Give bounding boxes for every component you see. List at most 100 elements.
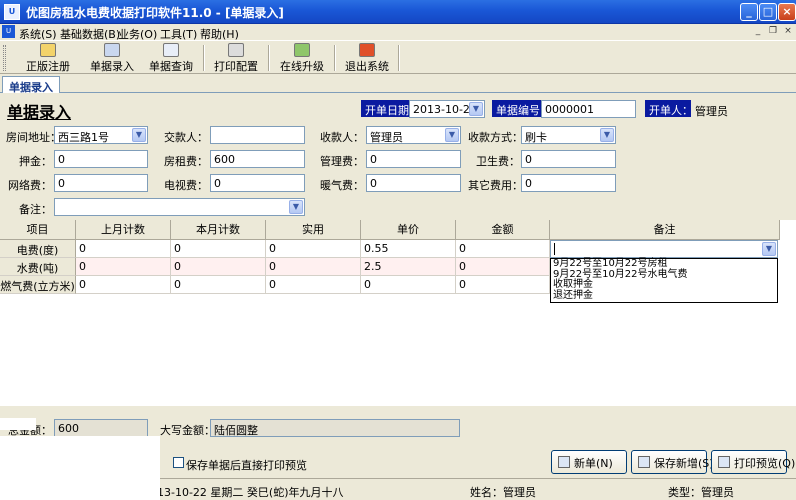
search-document-icon	[163, 43, 179, 57]
address-select[interactable]: 西三路1号 ▼	[54, 126, 148, 144]
address-label: 房间地址：	[6, 131, 61, 144]
close-button[interactable]: ×	[778, 3, 796, 21]
save-and-new-button[interactable]: 保存新增(S)	[631, 450, 714, 474]
management-fee-field[interactable]: 0	[366, 150, 461, 168]
table-cell[interactable]: 0	[171, 240, 266, 258]
grid-header-prev-reading[interactable]: 上月计数	[76, 220, 171, 240]
table-cell[interactable]: 0	[266, 258, 361, 276]
menu-bar: U 系统(S) 基础数据(B) 业务(O) 工具(T) 帮助(H) _ ❐ ×	[0, 24, 796, 41]
tab-receipt-entry[interactable]: 单据录入	[2, 76, 60, 94]
other-fee-label: 其它费用：	[468, 179, 523, 192]
payer-label: 交款人：	[164, 131, 208, 144]
network-fee-label: 网络费：	[8, 179, 52, 192]
table-cell[interactable]: 0	[456, 258, 550, 276]
chevron-down-icon[interactable]: ▼	[289, 200, 303, 214]
upgrade-icon	[294, 43, 310, 57]
occlusion	[0, 436, 160, 500]
list-item[interactable]: 退还押金	[551, 290, 777, 302]
grid-header-curr-reading[interactable]: 本月计数	[171, 220, 266, 240]
tv-fee-label: 电视费：	[164, 179, 208, 192]
exit-system-button[interactable]: 退出系统	[345, 43, 389, 73]
preview-after-save-checkbox[interactable]	[173, 457, 184, 468]
register-button[interactable]: 正版注册	[26, 43, 70, 73]
minimize-button[interactable]: _	[740, 3, 758, 21]
issuer-value: 管理员	[691, 100, 781, 118]
management-fee-label: 管理费：	[320, 155, 364, 168]
printer-icon	[718, 456, 730, 468]
chevron-down-icon[interactable]: ▼	[600, 128, 614, 142]
table-cell[interactable]: 0	[456, 276, 550, 294]
chevron-down-icon[interactable]: ▼	[469, 102, 483, 116]
table-cell[interactable]: 0	[266, 240, 361, 258]
date-value: 2013-10-22	[413, 103, 477, 116]
deposit-field[interactable]: 0	[54, 150, 148, 168]
toolbar-grip[interactable]	[3, 45, 6, 71]
payee-select[interactable]: 管理员 ▼	[366, 126, 461, 144]
note-combobox[interactable]: ▼	[550, 240, 778, 258]
print-config-button[interactable]: 打印配置	[214, 43, 258, 73]
grid-header-item[interactable]: 项目	[0, 220, 76, 240]
chevron-down-icon[interactable]: ▼	[762, 242, 776, 256]
receipt-entry-button[interactable]: 单据录入	[90, 43, 134, 73]
table-cell[interactable]: 0	[456, 240, 550, 258]
payer-field[interactable]	[210, 126, 305, 144]
receipt-query-button[interactable]: 单据查询	[149, 43, 193, 73]
grid-header-note[interactable]: 备注	[550, 220, 780, 240]
grid-header-amount[interactable]: 金额	[456, 220, 550, 240]
chevron-down-icon[interactable]: ▼	[445, 128, 459, 142]
network-fee-field[interactable]: 0	[54, 174, 148, 192]
print-preview-button[interactable]: 打印预览(Q)	[711, 450, 795, 474]
tv-fee-field[interactable]: 0	[210, 174, 305, 192]
grid-header-unit-price[interactable]: 单价	[361, 220, 456, 240]
table-cell[interactable]: 0.55	[361, 240, 456, 258]
online-upgrade-button[interactable]: 在线升级	[280, 43, 324, 73]
maximize-button[interactable]: □	[759, 3, 777, 21]
other-fee-field[interactable]: 0	[521, 174, 616, 192]
sanitation-fee-field[interactable]: 0	[521, 150, 616, 168]
row-header-gas[interactable]: 燃气费(立方米)	[0, 276, 76, 294]
receipt-no-field[interactable]: 0000001	[541, 100, 636, 118]
table-cell[interactable]: 2.5	[361, 258, 456, 276]
issuer-label: 开单人：	[645, 100, 697, 117]
rent-field[interactable]: 600	[210, 150, 305, 168]
list-item[interactable]: 9月22号至10月22号房租	[551, 258, 777, 270]
row-header-electricity[interactable]: 电费(度)	[0, 240, 76, 258]
preview-after-save-label[interactable]: 保存单据后直接打印预览	[186, 457, 307, 473]
child-close-icon[interactable]: ×	[782, 25, 794, 37]
chevron-down-icon[interactable]: ▼	[132, 128, 146, 142]
child-restore-icon[interactable]: ❐	[767, 25, 779, 37]
date-picker[interactable]: 2013-10-22 ▼	[409, 100, 485, 118]
table-cell[interactable]: 0	[76, 276, 171, 294]
payment-method-select[interactable]: 刷卡 ▼	[521, 126, 616, 144]
status-type: 类型：管理员	[668, 486, 734, 499]
child-minimize-icon[interactable]: _	[752, 25, 764, 37]
new-receipt-button[interactable]: 新单(N)	[551, 450, 627, 474]
address-value: 西三路1号	[58, 131, 109, 144]
lock-icon	[40, 43, 56, 57]
table-cell[interactable]: 0	[76, 258, 171, 276]
printer-settings-icon	[228, 43, 244, 57]
grid-header-used[interactable]: 实用	[266, 220, 361, 240]
new-document-icon	[558, 456, 570, 468]
row-header-water[interactable]: 水费(吨)	[0, 258, 76, 276]
toolbar-separator	[203, 45, 205, 71]
table-cell[interactable]: 0	[266, 276, 361, 294]
rent-label: 房租费：	[164, 155, 208, 168]
toolbar: 正版注册 单据录入 单据查询 打印配置 在线升级 退出系统	[0, 40, 796, 74]
heating-fee-field[interactable]: 0	[366, 174, 461, 192]
remark-label: 备注：	[19, 203, 52, 216]
list-item[interactable]: 收取押金	[551, 279, 777, 291]
payee-label: 收款人：	[320, 131, 364, 144]
text-caret	[554, 243, 555, 255]
total-amount: 600	[54, 419, 148, 437]
table-cell[interactable]: 0	[171, 276, 266, 294]
sanitation-fee-label: 卫生费：	[476, 155, 520, 168]
window-title: 优图房租水电费收据打印软件11.0 - [单据录入]	[26, 6, 284, 20]
remark-select[interactable]: ▼	[54, 198, 305, 216]
table-cell[interactable]: 0	[76, 240, 171, 258]
table-cell[interactable]: 0	[361, 276, 456, 294]
payment-method-value: 刷卡	[525, 131, 547, 144]
tab-strip: 单据录入	[0, 74, 796, 94]
table-cell[interactable]: 0	[171, 258, 266, 276]
document-icon[interactable]: U	[2, 25, 15, 38]
